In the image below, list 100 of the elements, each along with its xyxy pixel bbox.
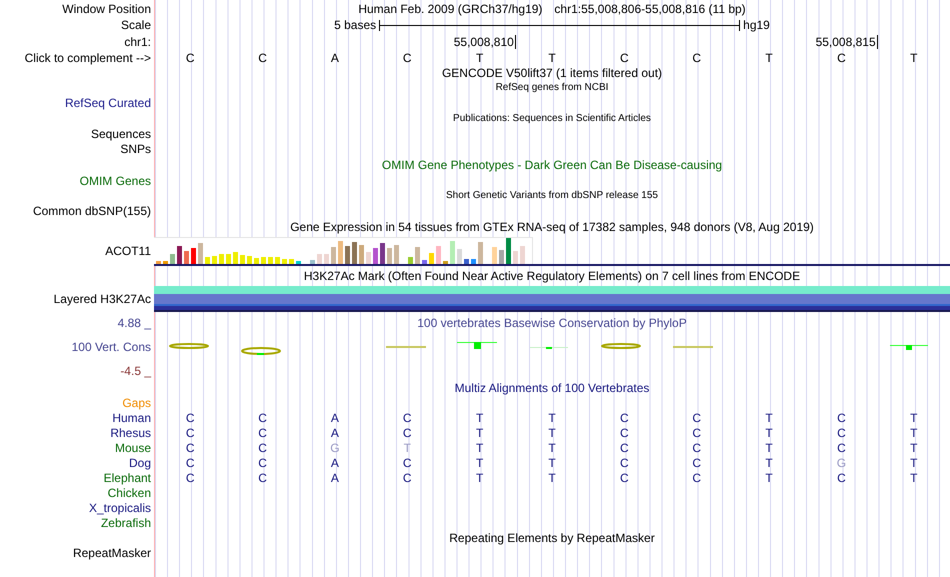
track-label: 100 Vert. Cons (72, 340, 151, 354)
track-title: Multiz Alignments of 100 Vertebrates (454, 380, 650, 394)
row-label: Window Position (62, 2, 151, 16)
aligned-base: T (910, 410, 918, 424)
base-letter[interactable]: T (765, 50, 773, 64)
base-letter[interactable]: C (258, 50, 267, 64)
track-label: RepeatMasker (72, 546, 151, 560)
aligned-base: T (476, 456, 484, 470)
track-title: Gene Expression in 54 tissues from GTEx RNA-seq of 17382 samples, 948 donors (V8, Aug 2019) (290, 220, 814, 234)
assembly-title: Human Feb. 2009 (GRCh37/hg19) (358, 2, 542, 16)
aligned-base: T (548, 440, 556, 454)
aligned-base: T (765, 456, 773, 470)
row-label: Scale (120, 18, 151, 32)
base-letter[interactable]: T (548, 50, 556, 64)
aligned-base: T (910, 440, 918, 454)
aligned-base: C (692, 410, 702, 424)
aligned-base: A (330, 410, 339, 424)
aligned-base: C (837, 470, 846, 484)
aligned-base: C (620, 410, 629, 424)
aligned-base: C (186, 440, 195, 454)
axis-max-label: 4.88 _ (118, 316, 151, 330)
aligned-base: T (765, 426, 773, 440)
aligned-base: T (476, 470, 484, 484)
track-title: H3K27Ac Mark (Often Found Near Active Regulatory Elements) on 7 cell lines from ENCODE (304, 268, 800, 282)
scale-text: 5 bases (334, 18, 376, 32)
track-title: GENCODE V50lift37 (1 items filtered out) (442, 66, 662, 80)
base-letter[interactable]: A (330, 50, 339, 64)
aligned-base: T (910, 470, 918, 484)
aligned-base: A (330, 426, 339, 440)
base-letter[interactable]: C (186, 50, 195, 64)
track-label: Sequences (90, 127, 151, 141)
base-letter[interactable]: C (837, 50, 846, 64)
track-label: RefSeq Curated (64, 96, 151, 110)
aligned-base: T (476, 426, 484, 440)
aligned-base: C (186, 426, 195, 440)
track-label: Common dbSNP(155) (32, 204, 151, 218)
track-title: 100 vertebrates Basewise Conservation by PhyloP (417, 316, 687, 330)
aligned-base: C (258, 426, 267, 440)
aligned-base: T (765, 410, 773, 424)
aligned-base: C (692, 470, 702, 484)
aligned-base: C (402, 426, 412, 440)
aligned-base: C (402, 470, 412, 484)
track-title: Repeating Elements by RepeatMasker (449, 530, 655, 544)
aligned-base: C (402, 456, 412, 470)
position-text: chr1:55,008,806-55,008,816 (11 bp) (554, 2, 746, 16)
aligned-base: C (692, 426, 702, 440)
aligned-base: T (765, 440, 773, 454)
species-label: Gaps (122, 396, 151, 410)
row-label: chr1: (124, 34, 151, 48)
track-title: OMIM Gene Phenotypes - Dark Green Can Be Disease-causing (382, 158, 722, 172)
aligned-base: T (404, 440, 411, 454)
aligned-base: C (258, 456, 267, 470)
species-label: X_tropicalis (88, 500, 151, 514)
aligned-base: T (910, 456, 918, 470)
aligned-base: A (330, 470, 339, 484)
base-letter[interactable]: C (620, 50, 629, 64)
coordinate-label: 55,008,815 (816, 34, 878, 48)
track-label: ACOT11 (105, 244, 151, 258)
aligned-base: C (620, 440, 629, 454)
aligned-base: C (258, 470, 267, 484)
coordinate-label: 55,008,810 (454, 34, 516, 48)
aligned-base: T (548, 426, 556, 440)
aligned-base: C (186, 456, 195, 470)
species-label: Chicken (108, 486, 151, 500)
species-label: Rhesus (110, 426, 151, 440)
base-letter[interactable]: C (402, 50, 412, 64)
row-label: Click to complement --> (24, 50, 151, 64)
aligned-base: T (476, 440, 484, 454)
track-label: SNPs (120, 142, 151, 156)
aligned-base: T (765, 470, 773, 484)
aligned-base: T (548, 470, 556, 484)
aligned-base: C (837, 426, 846, 440)
aligned-base: T (548, 456, 556, 470)
species-label: Mouse (114, 440, 151, 454)
track-label: OMIM Genes (80, 174, 151, 188)
aligned-base: C (692, 440, 702, 454)
track-title: Short Genetic Variants from dbSNP release 155 (446, 188, 658, 202)
base-letter[interactable]: T (910, 50, 918, 64)
axis-min-label: -4.5 _ (120, 364, 151, 378)
aligned-base: G (330, 440, 340, 454)
track-label: Layered H3K27Ac (54, 292, 151, 306)
aligned-base: C (692, 456, 702, 470)
aligned-base: C (186, 410, 195, 424)
aligned-base: A (330, 456, 339, 470)
aligned-base: C (186, 470, 195, 484)
aligned-base: C (620, 456, 629, 470)
aligned-base: C (837, 410, 846, 424)
aligned-base: C (258, 410, 267, 424)
base-letter[interactable]: T (476, 50, 484, 64)
track-title: RefSeq genes from NCBI (496, 81, 608, 95)
species-label: Zebrafish (100, 516, 151, 530)
species-label: Human (112, 410, 151, 424)
base-letter[interactable]: C (692, 50, 702, 64)
aligned-base: C (837, 440, 846, 454)
aligned-base: T (910, 426, 918, 440)
aligned-base: T (476, 410, 484, 424)
aligned-base: G (836, 456, 846, 470)
track-title: Publications: Sequences in Scientific Articles (453, 112, 651, 126)
aligned-base: C (620, 426, 629, 440)
species-label: Elephant (104, 470, 151, 484)
